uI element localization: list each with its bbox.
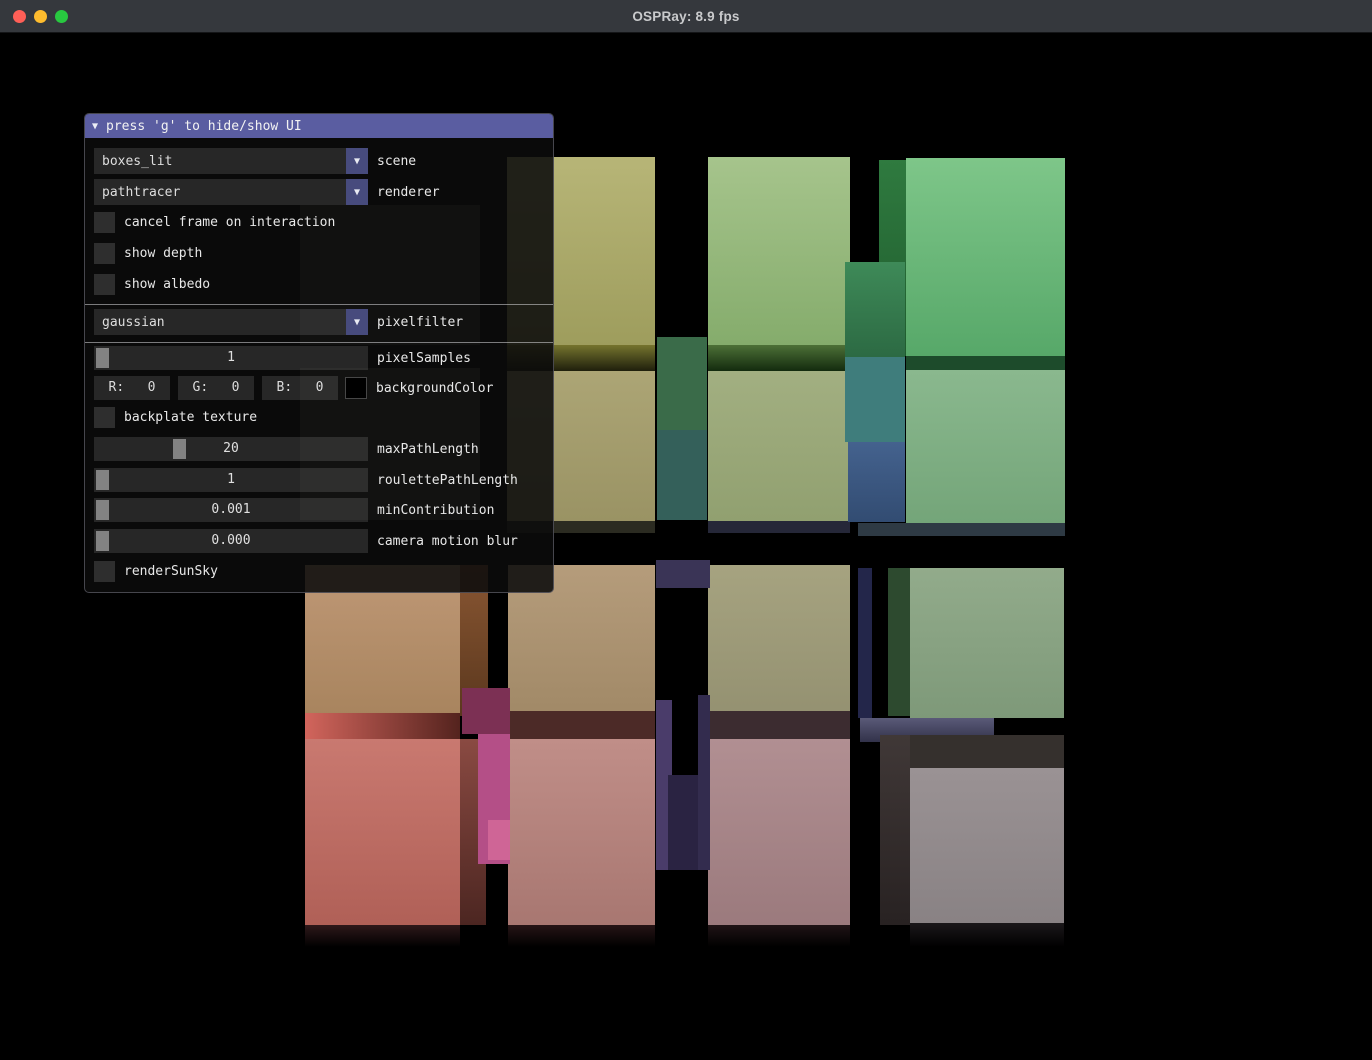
window-title: OSPRay: 8.9 fps [0, 0, 1372, 33]
pixelsamples-label: pixelSamples [377, 351, 471, 366]
box-r2c3-sliver [708, 521, 850, 533]
maxpathlength-value: 20 [94, 437, 368, 461]
mincontribution-slider[interactable]: 0.001 [94, 498, 368, 522]
box-r4c2 [508, 739, 655, 925]
box-accent-teal-sliver [657, 430, 707, 520]
separator [85, 342, 553, 343]
box-accent-pink-bright [488, 820, 510, 860]
checkbox-cancel-frame-label: cancel frame on interaction [124, 215, 335, 230]
pixelfilter-combo[interactable]: gaussian ▼ [94, 309, 368, 335]
roulettepathlength-value: 1 [94, 468, 368, 492]
chevron-down-icon[interactable]: ▼ [346, 148, 368, 174]
box-r3c4-side [888, 568, 910, 716]
pixelfilter-label: pixelfilter [377, 315, 463, 330]
renderer-combo[interactable]: pathtracer ▼ [94, 179, 368, 205]
box-accent-magenta [462, 688, 510, 734]
roulettepathlength-label: roulettePathLength [377, 473, 518, 488]
box-refl-2 [508, 925, 655, 947]
box-r4c3-top [708, 711, 850, 739]
box-r2c4-sliver [858, 523, 1065, 536]
ui-panel: ▼ press 'g' to hide/show UI boxes_lit ▼ … [84, 113, 554, 593]
box-accent-purple2 [698, 695, 710, 870]
box-accent-teal [845, 357, 905, 442]
camera-motion-blur-value: 0.000 [94, 529, 368, 553]
background-color-swatch[interactable] [345, 377, 367, 399]
panel-body: boxes_lit ▼ scene pathtracer ▼ renderer … [85, 148, 553, 582]
pixelfilter-combo-value: gaussian [94, 315, 165, 330]
roulettepathlength-slider[interactable]: 1 [94, 468, 368, 492]
box-accent-tealgreen [845, 262, 905, 357]
box-accent-purple3 [668, 775, 698, 870]
maxpathlength-label: maxPathLength [377, 442, 479, 457]
box-r1c3-bottom [708, 345, 850, 371]
box-accent-navy [858, 568, 872, 718]
mincontribution-value: 0.001 [94, 498, 368, 522]
box-r4c4-side [880, 735, 910, 925]
r-drag-field[interactable]: R: 0 [94, 376, 170, 400]
box-r1c3 [708, 157, 850, 345]
backgroundcolor-label: backgroundColor [376, 381, 493, 396]
box-accent-green-sliver [657, 337, 707, 430]
pixelsamples-slider[interactable]: 1 [94, 346, 368, 370]
window-titlebar[interactable]: OSPRay: 8.9 fps [0, 0, 1372, 33]
separator [85, 304, 553, 305]
checkbox-backplate-texture-label: backplate texture [124, 410, 257, 425]
box-r1c4 [906, 158, 1065, 356]
b-drag-field[interactable]: B: 0 [262, 376, 338, 400]
panel-titlebar[interactable]: ▼ press 'g' to hide/show UI [85, 114, 553, 138]
mincontribution-label: minContribution [377, 503, 494, 518]
scene-label: scene [377, 154, 416, 169]
box-r2c3 [708, 371, 850, 521]
checkbox-cancel-frame[interactable] [94, 212, 115, 233]
checkbox-show-albedo-label: show albedo [124, 277, 210, 292]
collapse-icon[interactable]: ▼ [92, 121, 98, 132]
box-r3c3 [708, 565, 850, 716]
box-accent-purple-band [656, 560, 710, 588]
box-r1c4-bottom [906, 356, 1065, 370]
box-accent-blue [848, 442, 905, 522]
checkbox-backplate-texture[interactable] [94, 407, 115, 428]
scene-combo-value: boxes_lit [94, 154, 172, 169]
checkbox-render-sunsky-label: renderSunSky [124, 564, 218, 579]
camera-motion-blur-slider[interactable]: 0.000 [94, 529, 368, 553]
checkbox-show-albedo[interactable] [94, 274, 115, 295]
box-r4c1-top [305, 713, 460, 739]
camera-motion-blur-label: camera motion blur [377, 534, 518, 549]
box-r4c4 [910, 768, 1064, 923]
panel-title-text: press 'g' to hide/show UI [106, 119, 302, 134]
maxpathlength-slider[interactable]: 20 [94, 437, 368, 461]
box-r4c4-top [910, 735, 1064, 768]
checkbox-show-depth-label: show depth [124, 246, 202, 261]
render-viewport[interactable]: ▼ press 'g' to hide/show UI boxes_lit ▼ … [0, 33, 1372, 1060]
renderer-combo-value: pathtracer [94, 185, 180, 200]
box-r4c3 [708, 739, 850, 925]
box-refl-3 [708, 925, 850, 947]
scene-combo[interactable]: boxes_lit ▼ [94, 148, 368, 174]
chevron-down-icon[interactable]: ▼ [346, 179, 368, 205]
checkbox-show-depth[interactable] [94, 243, 115, 264]
g-drag-field[interactable]: G: 0 [178, 376, 254, 400]
box-r4c1 [305, 739, 460, 925]
renderer-label: renderer [377, 185, 440, 200]
app-window: OSPRay: 8.9 fps ▼ press 'g' to hide/show… [0, 0, 1372, 1060]
box-r4c2-top [508, 711, 655, 739]
pixelsamples-value: 1 [94, 346, 368, 370]
box-r2c4 [906, 370, 1065, 523]
chevron-down-icon[interactable]: ▼ [346, 309, 368, 335]
box-refl-4 [910, 923, 1064, 947]
box-refl-1 [305, 925, 460, 947]
checkbox-render-sunsky[interactable] [94, 561, 115, 582]
box-r3c4 [910, 568, 1064, 718]
